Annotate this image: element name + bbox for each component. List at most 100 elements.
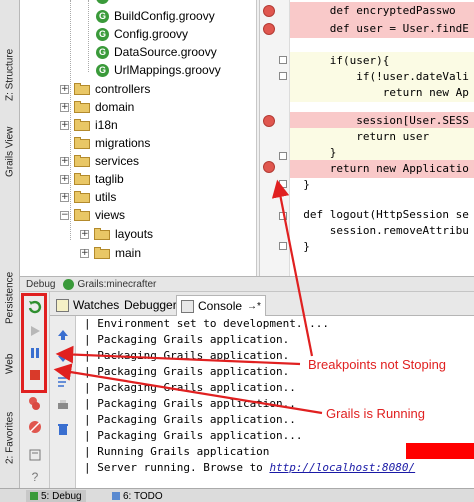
tab-watches[interactable]: Watches	[52, 295, 123, 315]
collapse-icon[interactable]: −	[60, 210, 69, 220]
editor-gutter[interactable]	[260, 0, 290, 276]
clear-console-icon[interactable]	[54, 420, 72, 438]
tree-item-folder[interactable]: + main	[80, 244, 141, 262]
bottom-tab-debug[interactable]: 5: Debug	[26, 490, 86, 502]
print-icon[interactable]	[54, 396, 72, 414]
folder-icon	[74, 173, 90, 185]
tree-item-file[interactable]: G	[96, 0, 117, 6]
watches-icon	[56, 298, 69, 312]
folder-icon	[94, 228, 110, 240]
tree-item-folder[interactable]: + services	[60, 152, 139, 170]
annotation-running-label: Grails is Running	[326, 406, 425, 421]
soft-wrap-icon[interactable]	[54, 372, 72, 390]
fold-icon[interactable]	[279, 212, 287, 220]
grails-view-tool-tab[interactable]: Grails View	[2, 122, 18, 182]
help-icon[interactable]: ?	[26, 468, 44, 486]
debug-icon	[30, 492, 38, 500]
tab-console[interactable]: Console →*	[176, 295, 266, 316]
expand-icon[interactable]: +	[60, 84, 69, 94]
folder-icon	[74, 137, 90, 149]
scroll-up-icon[interactable]	[54, 326, 72, 344]
code-line: }	[303, 178, 310, 191]
console-line: | Packaging Grails application...	[84, 429, 303, 442]
folder-icon	[74, 209, 90, 221]
fold-icon[interactable]	[279, 242, 287, 250]
bottom-tab-todo[interactable]: 6: TODO	[108, 490, 167, 502]
console-toolbar	[50, 316, 76, 488]
console-line: | Packaging Grails application.	[84, 349, 290, 362]
tree-item-folder[interactable]: + domain	[60, 98, 134, 116]
web-tool-tab[interactable]: Web	[2, 342, 18, 386]
annotation-highlight-box	[21, 293, 47, 393]
expand-icon[interactable]: +	[60, 174, 69, 184]
console-tab-suffix: →*	[247, 300, 261, 312]
folder-icon	[74, 191, 90, 203]
tree-item-folder[interactable]: + utils	[60, 188, 116, 206]
folder-icon	[74, 155, 90, 167]
groovy-file-icon: G	[96, 0, 109, 4]
console-output[interactable]: | Environment set to development..... | …	[76, 316, 474, 488]
tree-item-file[interactable]: G DataSource.groovy	[96, 43, 217, 61]
breakpoint-icon[interactable]	[263, 23, 275, 35]
server-url-link[interactable]: http://localhost:8080/	[269, 461, 415, 474]
expand-icon[interactable]: +	[60, 102, 69, 112]
console-line: | Packaging Grails application..	[84, 413, 296, 426]
debug-panel-title: Debug	[26, 278, 56, 290]
tree-item-folder[interactable]: + taglib	[60, 170, 124, 188]
debug-tabs: Watches Debugger Console →*	[50, 292, 474, 316]
grails-icon	[63, 278, 75, 290]
annotation-breakpoints-label: Breakpoints not Stoping	[308, 357, 447, 372]
favorites-tool-tab[interactable]: 2: Favorites	[2, 400, 18, 476]
folder-icon	[94, 247, 110, 259]
tree-item-folder[interactable]: + layouts	[80, 225, 153, 243]
expand-icon[interactable]: +	[80, 248, 89, 258]
breakpoint-icon[interactable]	[263, 161, 275, 173]
mute-breakpoints-icon[interactable]	[26, 418, 44, 436]
expand-icon[interactable]: +	[60, 120, 69, 130]
console-icon	[181, 299, 194, 313]
persistence-tool-tab[interactable]: Persistence	[2, 262, 18, 334]
expand-icon[interactable]: +	[80, 229, 89, 239]
structure-tool-tab[interactable]: Z: Structure	[2, 30, 18, 120]
console-line: | Server running. Browse to http://local…	[84, 461, 416, 474]
run-config-tab[interactable]: Grails:minecrafter	[77, 279, 156, 290]
debug-panel-header: Debug Grails:minecrafter	[20, 276, 474, 292]
groovy-file-icon: G	[96, 63, 109, 77]
redaction-bar	[406, 443, 474, 459]
tree-item-file[interactable]: G UrlMappings.groovy	[96, 61, 221, 79]
tree-item-folder[interactable]: + i18n	[60, 116, 118, 134]
scroll-down-icon[interactable]	[54, 348, 72, 366]
todo-icon	[112, 492, 120, 500]
breakpoint-icon[interactable]	[263, 5, 275, 17]
settings-icon[interactable]	[26, 446, 44, 464]
fold-icon[interactable]	[279, 56, 287, 64]
project-tree: G G BuildConfig.groovy G Config.groovy G…	[20, 0, 256, 276]
fold-icon[interactable]	[279, 152, 287, 160]
tree-item-folder[interactable]: migrations	[74, 134, 150, 152]
folder-icon	[74, 83, 90, 95]
left-tool-strip: Z: Structure Grails View Persistence Web…	[0, 0, 20, 502]
console-line: | Packaging Grails application.	[84, 333, 290, 346]
breakpoint-icon[interactable]	[263, 115, 275, 127]
fold-icon[interactable]	[279, 180, 287, 188]
tree-item-file[interactable]: G BuildConfig.groovy	[96, 7, 215, 25]
tree-item-folder[interactable]: − views	[60, 206, 125, 224]
console-line: | Running Grails application	[84, 445, 270, 458]
console-line: | Environment set to development.....	[84, 317, 330, 330]
console-line: | Packaging Grails application..	[84, 381, 296, 394]
expand-icon[interactable]: +	[60, 192, 69, 202]
tree-item-folder[interactable]: + controllers	[60, 80, 150, 98]
tree-item-file[interactable]: G Config.groovy	[96, 25, 188, 43]
groovy-file-icon: G	[96, 9, 109, 23]
fold-icon[interactable]	[279, 72, 287, 80]
tab-debugger[interactable]: Debugger	[120, 295, 181, 315]
code-editor[interactable]: def encryptedPasswo def user = User.find…	[290, 0, 474, 276]
view-breakpoints-icon[interactable]	[26, 394, 44, 412]
code-line: }	[303, 240, 310, 253]
console-line: | Packaging Grails application.	[84, 365, 290, 378]
expand-icon[interactable]: +	[60, 156, 69, 166]
groovy-file-icon: G	[96, 27, 109, 41]
code-line: return new Ap	[290, 84, 474, 102]
folder-icon	[74, 119, 90, 131]
code-line: def encryptedPasswo	[290, 2, 474, 20]
